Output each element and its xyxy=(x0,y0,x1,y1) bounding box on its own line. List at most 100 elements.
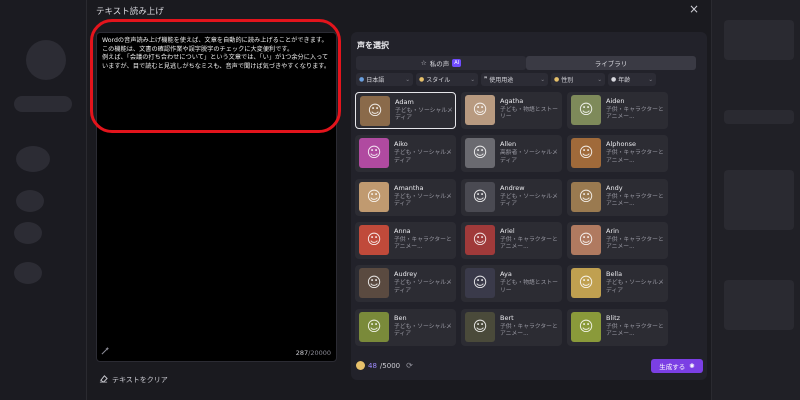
voice-name: Agatha xyxy=(500,97,524,105)
chevron-down-icon: ⌄ xyxy=(597,76,602,83)
voice-name: Aiko xyxy=(394,140,408,149)
star-icon: ☆ xyxy=(420,59,427,67)
voice-card[interactable]: ☺ Arin 子供・キャラクターとアニメー... xyxy=(567,221,668,259)
tab-my-voice[interactable]: ☆ 私の声 AI xyxy=(356,56,526,70)
background-blob xyxy=(16,190,44,212)
background-sidebar xyxy=(0,0,86,400)
character-count: 287 xyxy=(295,349,309,357)
voice-avatar: ☺ xyxy=(359,268,389,299)
voice-filters: ● 日本語 ⌄ ● スタイル ⌄ ❞ 使用用途 ⌄ ● 性別 ⌄ ● 年齢 ⌄ xyxy=(356,73,656,87)
tab-library[interactable]: ライブラリ xyxy=(526,56,696,70)
chevron-down-icon: ⌄ xyxy=(540,76,545,83)
age-icon: ● xyxy=(611,76,617,83)
filter-usage[interactable]: ❞ 使用用途 ⌄ xyxy=(481,73,548,86)
modal-title: テキスト読み上げ xyxy=(96,7,164,17)
voice-card[interactable]: ☺ Audrey 子ども・ソーシャルメディア xyxy=(355,265,456,303)
voice-avatar: ☺ xyxy=(465,311,495,342)
background-block xyxy=(724,280,794,330)
voice-name: Ben xyxy=(394,313,407,322)
generate-button[interactable]: 生成する ✺ xyxy=(651,359,703,373)
magic-wand-icon[interactable] xyxy=(101,346,110,357)
voice-avatar: ☺ xyxy=(571,181,601,212)
sparkle-icon: ✺ xyxy=(689,362,695,370)
voice-name: Anna xyxy=(394,226,411,235)
background-blob xyxy=(16,146,50,172)
credits-display: 48/5000 ⟳ xyxy=(356,361,413,370)
text-input-area[interactable]: Wordの音声読み上げ機能を使えば、文章を自動的に読み上げることができます。 こ… xyxy=(96,32,337,362)
voice-name: Audrey xyxy=(394,270,418,279)
voice-card[interactable]: ☺ Blitz 子供・キャラクターとアニメー... xyxy=(567,308,668,346)
voice-tabs: ☆ 私の声 AI ライブラリ xyxy=(356,56,696,70)
voice-card[interactable]: ☺ Bert 子供・キャラクターとアニメー... xyxy=(461,308,562,346)
globe-icon: ● xyxy=(359,76,365,83)
voice-description: 子供・キャラクターとアニメー... xyxy=(606,193,664,208)
voice-name: Bella xyxy=(606,270,623,279)
tab-label: 私の声 xyxy=(429,60,450,68)
person-icon: ● xyxy=(554,76,560,83)
voice-card[interactable]: ☺ Anna 子供・キャラクターとアニメー... xyxy=(355,221,456,259)
chevron-down-icon: ⌄ xyxy=(405,76,410,83)
background-block xyxy=(724,20,794,60)
voice-name: Aiden xyxy=(606,97,625,105)
filter-label: 年齢 xyxy=(618,77,631,84)
voice-description: 子ども・ソーシャルメディア xyxy=(394,280,452,294)
voice-description: 子ども・物語とストーリー xyxy=(500,107,558,121)
background-blob xyxy=(14,262,42,284)
background-blob xyxy=(26,40,66,80)
voice-description: 子供・キャラクターとアニメー... xyxy=(606,150,664,164)
credits-used: 48 xyxy=(368,361,377,370)
voice-description: 子ども・ソーシャルメディア xyxy=(394,150,452,164)
voice-description: 子ども・ソーシャルメディア xyxy=(394,323,452,338)
close-icon[interactable]: × xyxy=(689,2,699,16)
character-counter: 287/20000 xyxy=(296,349,331,357)
voice-card[interactable]: ☺ Andy 子供・キャラクターとアニメー... xyxy=(567,178,668,216)
background-blob xyxy=(14,222,42,244)
voice-name: Alphonse xyxy=(606,140,636,149)
voice-description: 子ども・ソーシャルメディア xyxy=(606,280,664,294)
voice-avatar: ☺ xyxy=(360,96,390,126)
filter-style[interactable]: ● スタイル ⌄ xyxy=(416,73,478,86)
background-block xyxy=(724,110,794,124)
background-right-panel xyxy=(712,0,800,400)
voice-card[interactable]: ☺ Alphonse 子供・キャラクターとアニメー... xyxy=(567,135,668,173)
voice-avatar: ☺ xyxy=(465,224,495,255)
filter-language[interactable]: ● 日本語 ⌄ xyxy=(356,73,413,86)
credits-total: /5000 xyxy=(379,361,401,370)
voice-description: 子ども・物語とストーリー xyxy=(500,280,558,294)
voice-name: Arin xyxy=(606,226,620,235)
tab-label: ライブラリ xyxy=(594,60,628,68)
character-limit: /20000 xyxy=(308,349,331,357)
voice-card[interactable]: ☺ Ariel 子供・キャラクターとアニメー... xyxy=(461,221,562,259)
background-blob xyxy=(14,96,72,112)
voice-card[interactable]: ☺ Andrew 子ども・ソーシャルメディア xyxy=(461,178,562,216)
filter-label: 日本語 xyxy=(366,77,385,84)
voice-card[interactable]: ☺ Agatha 子ども・物語とストーリー xyxy=(461,92,562,129)
voice-card[interactable]: ☺ Bella 子ども・ソーシャルメディア xyxy=(567,265,668,303)
voice-card[interactable]: ☺ Adam 子ども・ソーシャルメディア xyxy=(355,92,456,129)
voice-description: 子ども・ソーシャルメディア xyxy=(395,108,453,122)
refresh-icon[interactable]: ⟳ xyxy=(406,361,413,370)
clear-text-button[interactable]: テキストをクリア xyxy=(99,374,168,385)
voice-card[interactable]: ☺ Allen 高齢者・ソーシャルメディア xyxy=(461,135,562,173)
voice-card[interactable]: ☺ Amantha 子ども・ソーシャルメディア xyxy=(355,178,456,216)
voice-name: Aya xyxy=(500,270,512,279)
voice-card[interactable]: ☺ Aya 子ども・物語とストーリー xyxy=(461,265,562,303)
voice-avatar: ☺ xyxy=(359,138,389,169)
voice-avatar: ☺ xyxy=(465,268,495,299)
voice-name: Bert xyxy=(500,313,514,322)
smile-icon: ● xyxy=(419,76,425,83)
chevron-down-icon: ⌄ xyxy=(648,76,653,83)
voice-description: 子供・キャラクターとアニメー... xyxy=(606,323,664,338)
filter-label: 性別 xyxy=(561,77,574,84)
voice-name: Adam xyxy=(395,98,414,106)
voice-card[interactable]: ☺ Aiko 子ども・ソーシャルメディア xyxy=(355,135,456,173)
voice-description: 子ども・ソーシャルメディア xyxy=(394,193,452,208)
voice-card[interactable]: ☺ Aiden 子供・キャラクターとアニメー... xyxy=(567,92,668,129)
filter-age[interactable]: ● 年齢 ⌄ xyxy=(608,73,656,86)
editor-text[interactable]: Wordの音声読み上げ機能を使えば、文章を自動的に読み上げることができます。 こ… xyxy=(102,37,334,71)
coin-icon xyxy=(356,361,365,370)
filter-label: 使用用途 xyxy=(489,77,514,84)
voice-avatar: ☺ xyxy=(359,181,389,212)
voice-card[interactable]: ☺ Ben 子ども・ソーシャルメディア xyxy=(355,308,456,346)
filter-gender[interactable]: ● 性別 ⌄ xyxy=(551,73,605,86)
